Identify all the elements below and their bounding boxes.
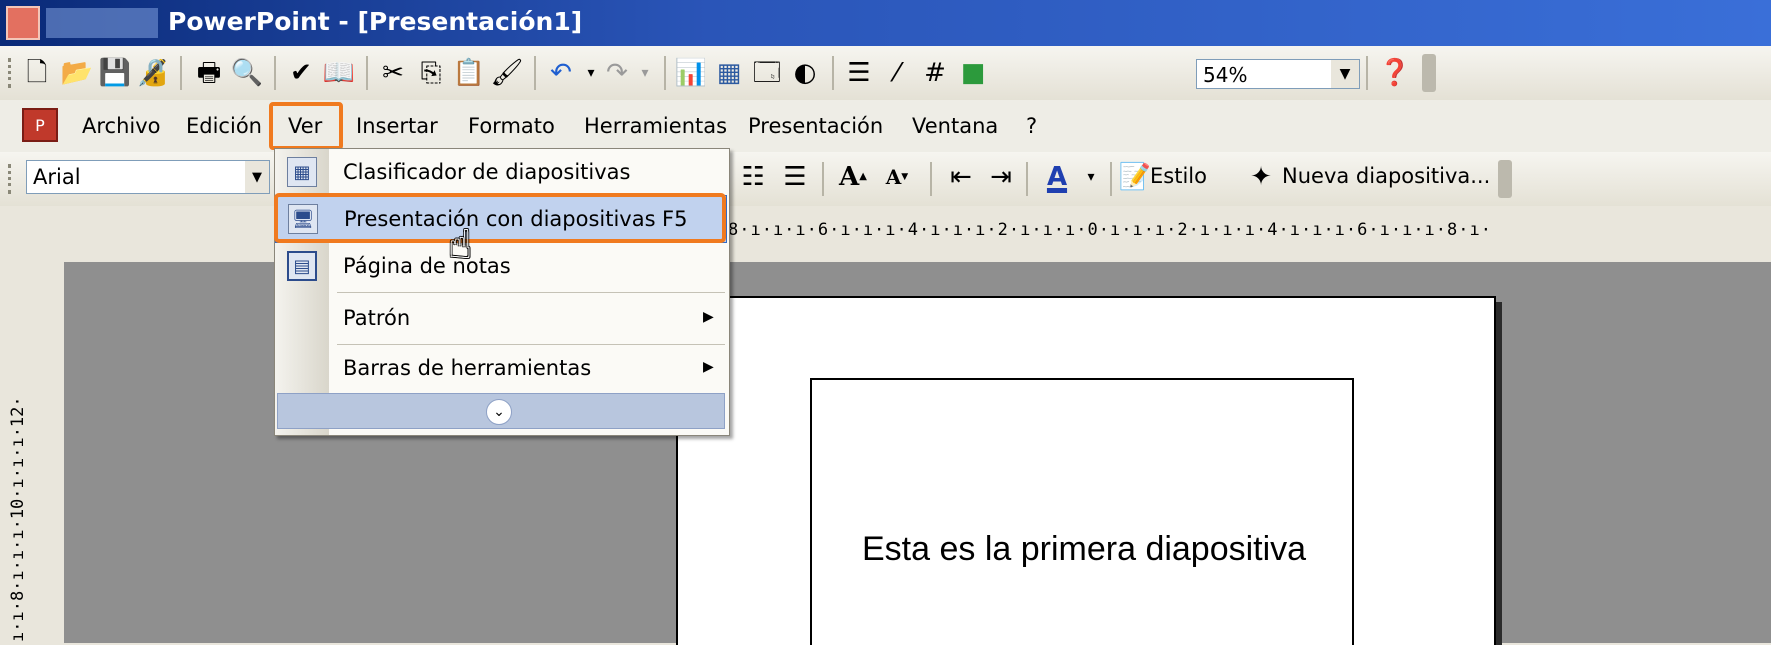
new-slide-button[interactable]: Nueva diapositiva... <box>1282 164 1490 188</box>
decrease-font-icon[interactable]: A ▼ <box>880 160 914 194</box>
zoom-value: 54% <box>1203 63 1248 87</box>
help-icon[interactable]: ❓ <box>1378 56 1412 90</box>
menu-edicion[interactable]: Edición <box>186 114 262 138</box>
toolbar-separator <box>664 56 666 90</box>
new-icon[interactable]: 🗋 <box>20 56 54 90</box>
spelling-icon[interactable]: ✔ <box>284 56 318 90</box>
menu-item-label: Clasificador de diapositivas <box>343 160 631 184</box>
research-icon[interactable]: 📖 <box>322 56 356 90</box>
zoom-combo[interactable]: 54% ▼ <box>1196 59 1360 89</box>
toolbar-separator <box>180 56 182 90</box>
ruler-row: 8·ı·ı·ı·6·ı·ı·ı·4·ı·ı·ı·2·ı·ı·ı·0·ı·ı·ı·… <box>0 206 1771 254</box>
window-title: PowerPoint - [Presentación1] <box>168 7 583 36</box>
slide-sorter-icon: ▦ <box>287 157 317 187</box>
vertical-ruler: ı·ı·8·ı·ı·ı·10·ı·ı·ı·12· <box>0 262 44 643</box>
decrease-indent-icon[interactable]: ⇤ <box>944 160 978 194</box>
toolbar-grip[interactable] <box>8 164 17 194</box>
double-chevron-down-icon[interactable]: ⌄ <box>486 399 512 425</box>
menu-item-patron[interactable]: Patrón ▶ <box>275 295 727 343</box>
toolbar-options-icon[interactable] <box>1422 54 1436 92</box>
toolbar-separator <box>366 56 368 90</box>
menu-bar: P Archivo Edición Ver Insertar Formato H… <box>0 100 1771 152</box>
menu-item-label: Barras de herramientas <box>343 356 592 380</box>
toolbar-separator <box>930 162 932 196</box>
paste-icon[interactable]: 📋 <box>452 56 486 90</box>
color-icon[interactable]: ■ <box>956 56 990 90</box>
toolbar-separator <box>1366 56 1368 90</box>
bullets-icon[interactable]: ☰ <box>778 160 812 194</box>
title-bar: PowerPoint - [Presentación1] <box>0 0 1771 46</box>
redo-dropdown-icon[interactable]: ▾ <box>628 56 662 90</box>
insert-table-icon[interactable]: ▦ <box>712 56 746 90</box>
menu-item-toolbars[interactable]: Barras de herramientas ▶ <box>275 345 727 393</box>
toolbar-separator <box>534 56 536 90</box>
show-grid-icon[interactable]: # <box>918 56 952 90</box>
ver-menu: ▦ Clasificador de diapositivas 🖥 Present… <box>274 148 730 436</box>
toolbar-separator <box>832 56 834 90</box>
formatting-toolbar: Arial ▼ ☷ ☰ A ▲ A ▼ ⇤ ⇥ A ▾ 📝 Estilo ✦ Nue… <box>0 152 1771 206</box>
numbering-icon[interactable]: ☷ <box>736 160 770 194</box>
toolbar-grip[interactable] <box>8 58 17 88</box>
vertical-ruler-marks: ı·ı·8·ı·ı·ı·10·ı·ı·ı·12· <box>8 396 28 642</box>
menu-archivo[interactable]: Archivo <box>82 114 161 138</box>
cut-icon[interactable]: ✂ <box>376 56 410 90</box>
expand-all-icon[interactable]: ☰ <box>842 56 876 90</box>
print-preview-icon[interactable]: 🔍 <box>230 56 264 90</box>
app-icon[interactable] <box>6 6 40 40</box>
permission-icon[interactable]: 🔏 <box>136 56 170 90</box>
style-button[interactable]: Estilo <box>1150 164 1207 188</box>
print-icon[interactable]: 🖶 <box>192 56 226 90</box>
menu-insertar[interactable]: Insertar <box>356 114 438 138</box>
save-icon[interactable]: 💾 <box>98 56 132 90</box>
menu-item-label: Página de notas <box>343 254 511 278</box>
menu-item-slide-sorter[interactable]: ▦ Clasificador de diapositivas <box>275 149 727 197</box>
font-value: Arial <box>33 165 81 189</box>
show-formatting-icon[interactable]: ⁄ <box>880 56 914 90</box>
style-icon[interactable]: 📝 <box>1118 160 1152 194</box>
menu-expand-bar[interactable]: ⌄ <box>277 393 725 429</box>
menu-presentacion[interactable]: Presentación <box>748 114 883 138</box>
font-combo[interactable]: Arial ▼ <box>26 160 270 194</box>
format-painter-icon[interactable]: 🖌 <box>490 56 524 90</box>
tables-borders-icon[interactable]: 🗔 <box>750 56 784 90</box>
submenu-arrow-icon: ▶ <box>703 309 714 325</box>
toolbar-separator <box>822 162 824 196</box>
copy-icon[interactable]: ⎘ <box>414 56 448 90</box>
menu-ventana[interactable]: Ventana <box>912 114 998 138</box>
chevron-down-icon[interactable]: ▼ <box>245 161 269 193</box>
open-icon[interactable]: 📂 <box>60 56 94 90</box>
toolbar-separator <box>1026 162 1028 196</box>
title-placeholder[interactable] <box>810 378 1354 645</box>
menu-item-label: Patrón <box>343 306 411 330</box>
chevron-down-icon[interactable]: ▼ <box>1331 60 1359 88</box>
menu-item-notes-page[interactable]: ▤ Página de notas <box>275 243 727 291</box>
toolbar-separator <box>1110 162 1112 196</box>
blurred-title-prefix <box>46 8 158 38</box>
horizontal-ruler: 8·ı·ı·ı·6·ı·ı·ı·4·ı·ı·ı·2·ı·ı·ı·0·ı·ı·ı·… <box>728 220 1488 240</box>
increase-indent-icon[interactable]: ⇥ <box>984 160 1018 194</box>
menu-separator <box>337 292 725 293</box>
new-slide-icon[interactable]: ✦ <box>1244 160 1278 194</box>
standard-toolbar: 🗋 📂 💾 🔏 🖶 🔍 ✔ 📖 ✂ ⎘ 📋 🖌 ↶ ▾ ↷ ▾ 📊 ▦ 🗔 ◐ … <box>0 46 1771 100</box>
slide-text[interactable]: Esta es la primera diapositiva <box>862 530 1306 569</box>
font-color-icon[interactable]: A <box>1040 160 1074 194</box>
color-grayscale-icon[interactable]: ◐ <box>788 56 822 90</box>
document-icon[interactable]: P <box>22 108 58 142</box>
ver-highlight-box <box>269 102 343 150</box>
notes-page-icon: ▤ <box>287 251 317 281</box>
submenu-arrow-icon: ▶ <box>703 359 714 375</box>
undo-icon[interactable]: ↶ <box>544 56 578 90</box>
menu-herramientas[interactable]: Herramientas <box>584 114 727 138</box>
hand-cursor-icon: ☝ <box>448 222 473 268</box>
menu-help[interactable]: ? <box>1026 114 1037 138</box>
increase-font-icon[interactable]: A ▲ <box>836 160 870 194</box>
font-color-dropdown-icon[interactable]: ▾ <box>1074 160 1108 194</box>
toolbar-options-icon[interactable] <box>1498 160 1512 198</box>
menu-formato[interactable]: Formato <box>468 114 555 138</box>
insert-chart-icon[interactable]: 📊 <box>674 56 708 90</box>
slide-show-highlight-box <box>274 193 726 243</box>
toolbar-separator <box>274 56 276 90</box>
